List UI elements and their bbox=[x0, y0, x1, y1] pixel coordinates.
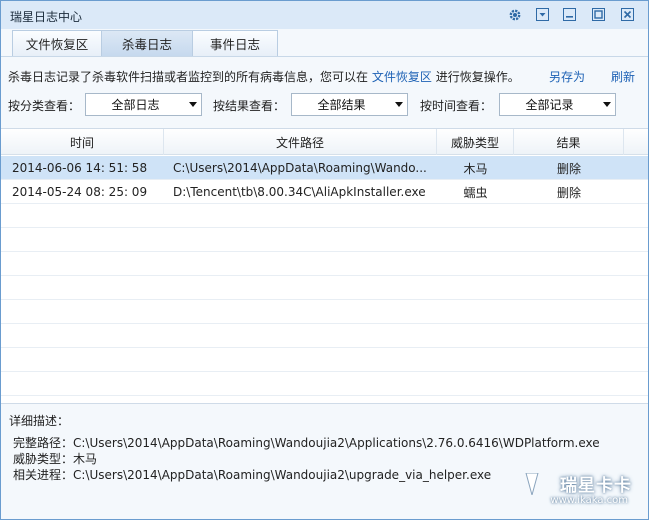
row-threat: 蠕虫 bbox=[463, 185, 488, 200]
description-prefix: 杀毒日志记录了杀毒软件扫描或者监控到的所有病毒信息，您可以在 bbox=[8, 70, 369, 84]
details-related-process: 相关进程：C:\Users\2014\AppData\Roaming\Wando… bbox=[13, 468, 492, 482]
details-threat-type: 威胁类型：木马 bbox=[13, 452, 98, 466]
description-text: 杀毒日志记录了杀毒软件扫描或者监控到的所有病毒信息，您可以在 文件恢复区 进行恢… bbox=[8, 68, 520, 85]
row-threat: 木马 bbox=[463, 161, 488, 176]
table-header: 时间 文件路径 威胁类型 结果 bbox=[1, 129, 648, 155]
description-suffix: 进行恢复操作。 bbox=[435, 70, 520, 84]
tab-label: 文件恢复区 bbox=[25, 37, 89, 52]
empty-row bbox=[1, 252, 648, 276]
dropdown-icon[interactable] bbox=[531, 5, 553, 24]
title-bar: 瑞星日志中心 bbox=[1, 1, 648, 29]
row-time: 2014-06-06 14: 51: 58 bbox=[12, 161, 148, 175]
watermark-logo: 瑞星卡卡 www.ikaka.com bbox=[522, 471, 642, 511]
column-header-path[interactable]: 文件路径 bbox=[164, 129, 437, 155]
tab-label: 事件日志 bbox=[209, 37, 260, 52]
result-filter-select[interactable]: 全部结果 bbox=[291, 93, 408, 116]
time-filter-value: 全部记录 bbox=[525, 98, 574, 112]
empty-row bbox=[1, 228, 648, 252]
details-title: 详细描述： bbox=[9, 414, 70, 428]
maximize-icon[interactable] bbox=[587, 5, 609, 24]
empty-row bbox=[1, 300, 648, 324]
tab-bar: 文件恢复区 杀毒日志 事件日志 bbox=[12, 30, 278, 57]
watermark-icon bbox=[524, 472, 540, 498]
save-as-link[interactable]: 另存为 bbox=[549, 68, 585, 85]
time-filter-label: 按时间查看： bbox=[420, 99, 493, 113]
log-center-window: 瑞星日志中心 文件恢复区 杀毒日志 事件日志 杀毒日志记录了杀毒软件扫描或者监控… bbox=[0, 0, 649, 520]
watermark-url: www.ikaka.com bbox=[550, 495, 628, 506]
tab-label: 杀毒日志 bbox=[121, 37, 172, 52]
tab-event-log[interactable]: 事件日志 bbox=[192, 30, 278, 56]
row-path: D:\Tencent\tb\8.00.34C\AliApkInstaller.e… bbox=[173, 185, 426, 199]
window-title: 瑞星日志中心 bbox=[10, 10, 83, 24]
refresh-link[interactable]: 刷新 bbox=[611, 68, 635, 85]
category-filter-value: 全部日志 bbox=[111, 98, 160, 112]
tab-divider bbox=[1, 56, 648, 57]
details-full-path: 完整路径：C:\Users\2014\AppData\Roaming\Wando… bbox=[13, 436, 600, 450]
close-icon[interactable] bbox=[616, 5, 638, 24]
empty-row bbox=[1, 276, 648, 300]
empty-row bbox=[1, 324, 648, 348]
result-filter-value: 全部结果 bbox=[317, 98, 366, 112]
file-recovery-link[interactable]: 文件恢复区 bbox=[372, 70, 432, 84]
table-row[interactable]: 2014-06-06 14: 51: 58 C:\Users\2014\AppD… bbox=[1, 156, 648, 180]
gear-icon[interactable] bbox=[504, 5, 526, 24]
empty-row bbox=[1, 348, 648, 372]
minimize-icon[interactable] bbox=[558, 5, 580, 24]
column-header-result[interactable]: 结果 bbox=[514, 129, 624, 155]
watermark-name: 瑞星卡卡 bbox=[560, 476, 632, 496]
column-header-threat[interactable]: 威胁类型 bbox=[437, 129, 514, 155]
column-header-time[interactable]: 时间 bbox=[1, 129, 164, 155]
log-table: 时间 文件路径 威胁类型 结果 2014-06-06 14: 51: 58 C:… bbox=[1, 128, 648, 403]
row-result: 删除 bbox=[556, 185, 581, 200]
result-filter-label: 按结果查看： bbox=[213, 99, 286, 113]
tab-file-recovery[interactable]: 文件恢复区 bbox=[12, 30, 102, 56]
row-path: C:\Users\2014\AppData\Roaming\Wando... bbox=[173, 161, 427, 175]
time-filter-select[interactable]: 全部记录 bbox=[499, 93, 616, 116]
table-row[interactable]: 2014-05-24 08: 25: 09 D:\Tencent\tb\8.00… bbox=[1, 180, 648, 204]
details-panel: 详细描述： 完整路径：C:\Users\2014\AppData\Roaming… bbox=[1, 403, 648, 519]
empty-row bbox=[1, 372, 648, 396]
category-filter-label: 按分类查看： bbox=[8, 99, 81, 113]
chevron-down-icon bbox=[185, 102, 201, 107]
category-filter-select[interactable]: 全部日志 bbox=[85, 93, 202, 116]
empty-row bbox=[1, 204, 648, 228]
tab-antivirus-log[interactable]: 杀毒日志 bbox=[101, 30, 193, 56]
row-time: 2014-05-24 08: 25: 09 bbox=[12, 185, 148, 199]
chevron-down-icon bbox=[599, 102, 615, 107]
chevron-down-icon bbox=[391, 102, 407, 107]
row-result: 删除 bbox=[556, 161, 581, 176]
